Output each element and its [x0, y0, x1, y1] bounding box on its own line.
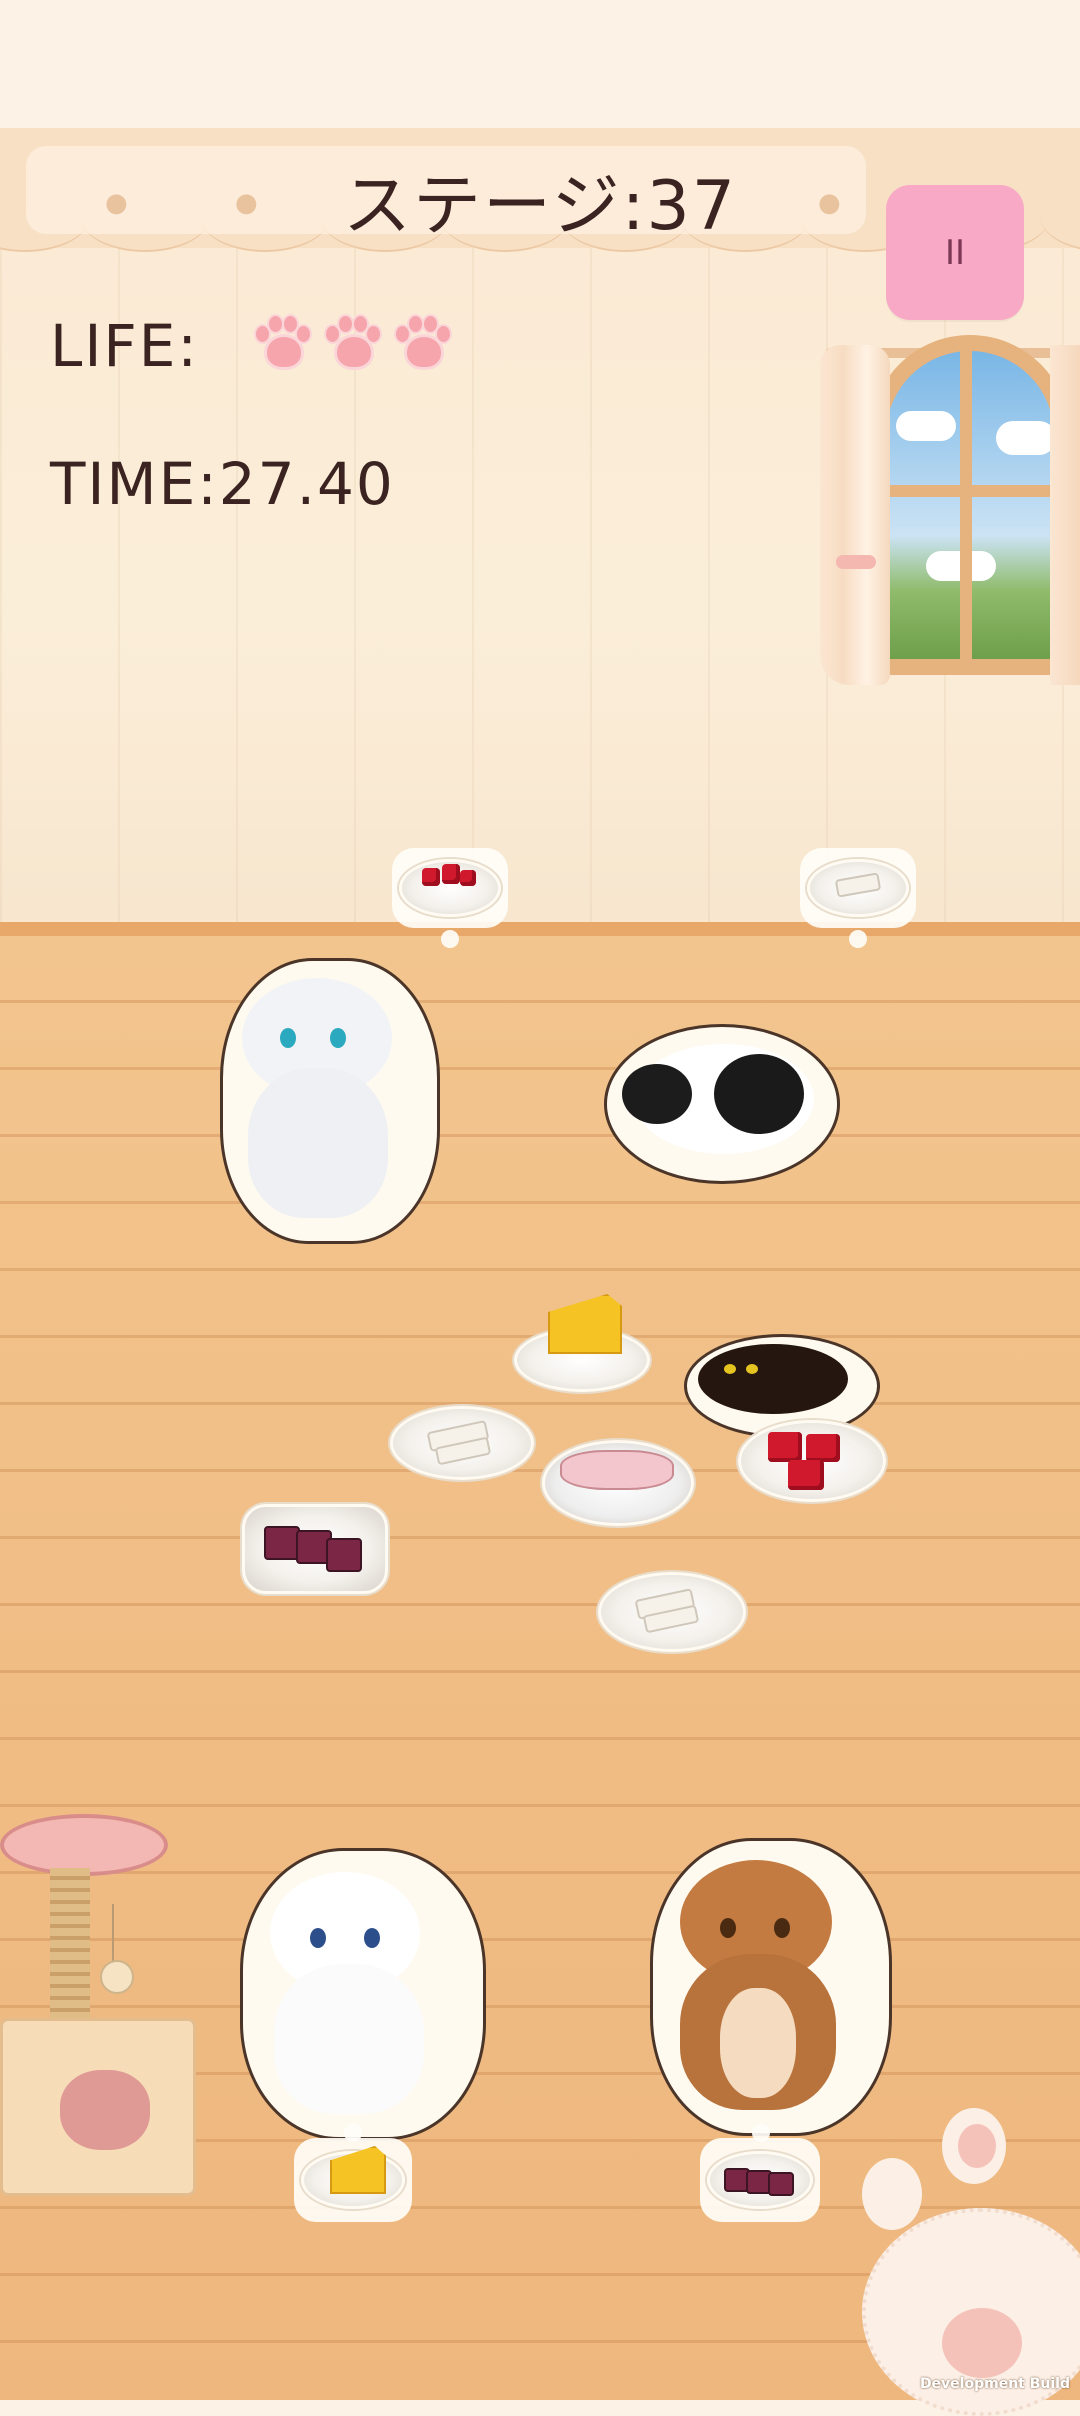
want-bubble-meat [392, 848, 508, 928]
paw-rug [842, 2098, 1080, 2416]
window [860, 335, 1080, 675]
want-bubble-cheese [294, 2138, 412, 2222]
cat-tower [0, 1814, 206, 2200]
status-bar-area [0, 0, 1080, 128]
meat-icon [442, 864, 460, 884]
curtain-tie [836, 555, 876, 569]
cat-brown-tabby[interactable] [650, 1838, 892, 2136]
sushi-icon [264, 1526, 300, 1560]
paw-icon [322, 312, 382, 370]
bubble-tail [752, 2124, 770, 2142]
bubble-tail [441, 930, 459, 948]
cat-black-white-sleeping[interactable] [604, 1024, 840, 1184]
cat-white[interactable] [240, 1848, 486, 2140]
pause-button[interactable]: II [886, 185, 1024, 320]
meat-icon [788, 1460, 824, 1490]
meat-icon [422, 868, 440, 886]
life-paws [252, 312, 452, 370]
sushi-icon [326, 1538, 362, 1572]
sushi-icon [768, 2172, 794, 2196]
time-label: TIME:27.40 [50, 450, 395, 518]
meat-icon [806, 1434, 840, 1462]
meat-icon [460, 870, 476, 886]
curtain-right [1050, 345, 1080, 685]
cat-grey-tabby[interactable] [220, 958, 442, 1246]
development-build-label: Development Build [919, 2376, 1070, 2392]
curtain-left [820, 345, 890, 685]
bubble-tail [849, 930, 867, 948]
paw-icon [252, 312, 312, 370]
paw-icon [392, 312, 452, 370]
bubble-tail [344, 2124, 362, 2142]
want-bubble-fish [800, 848, 916, 928]
want-bubble-sushi [700, 2138, 820, 2222]
life-label: LIFE: [50, 312, 199, 380]
pause-icon: II [944, 232, 966, 273]
meat-icon [768, 1432, 802, 1462]
ham-icon [560, 1450, 674, 1490]
